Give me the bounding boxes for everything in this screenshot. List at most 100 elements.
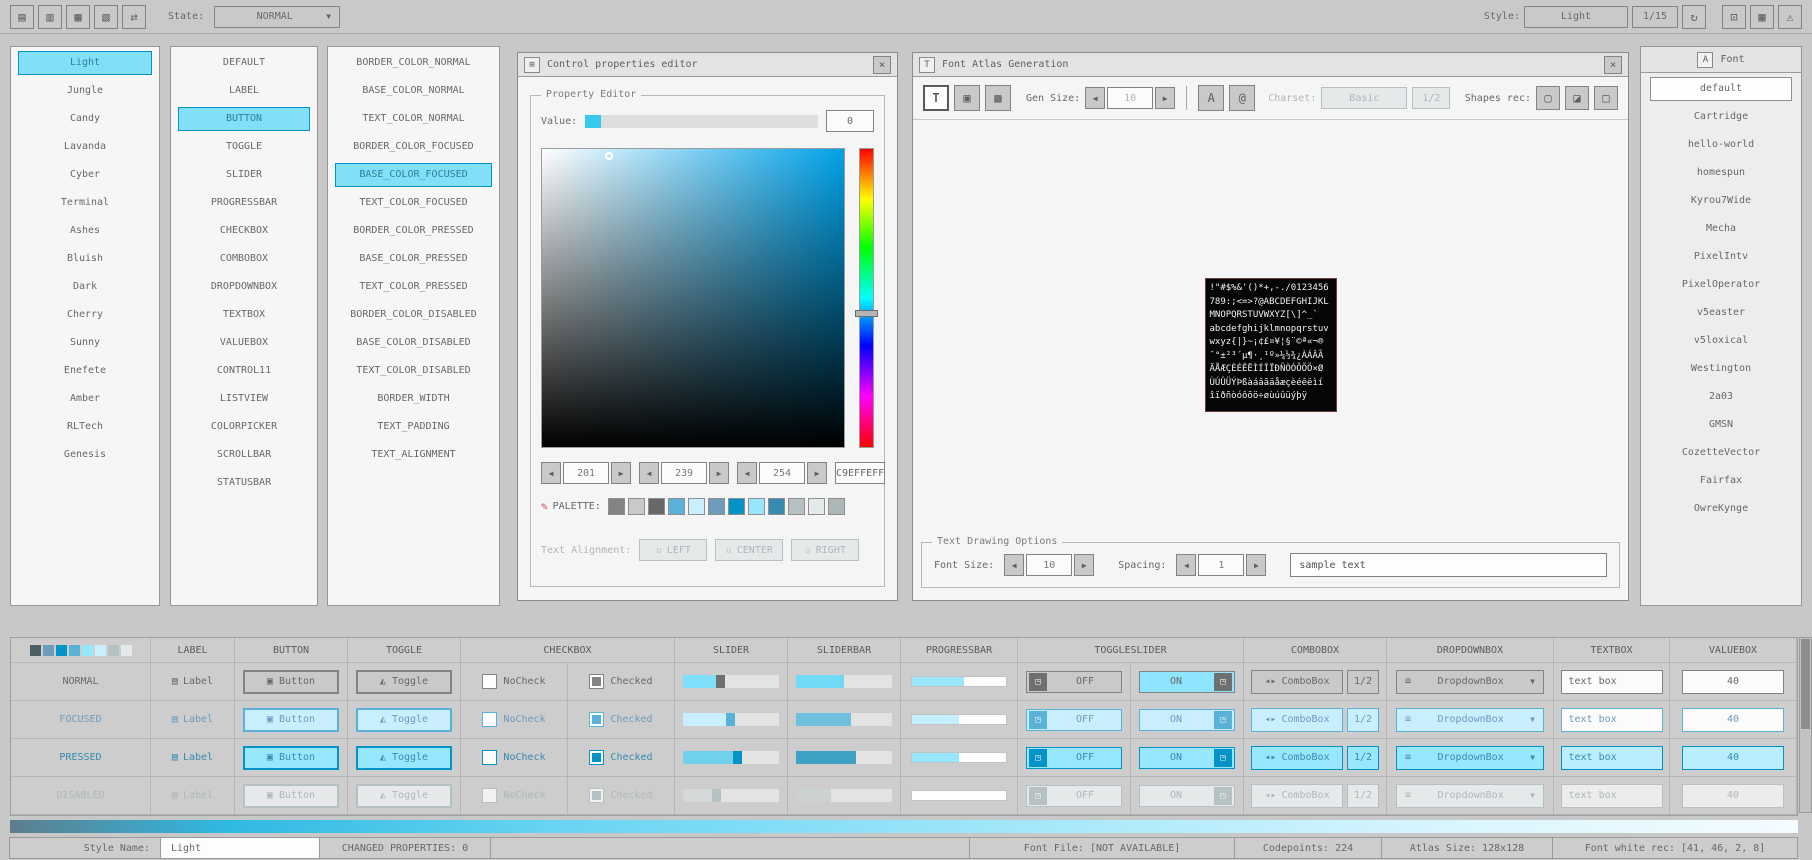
shapes-rec-button-1[interactable]: ▢	[1536, 86, 1560, 110]
style-item[interactable]: Jungle	[18, 79, 152, 103]
button-sample[interactable]: ▣Button	[243, 746, 339, 770]
toggleslider-knob[interactable]: ◳	[1214, 711, 1232, 729]
spinner-decrement-button[interactable]: ◀	[1085, 87, 1105, 109]
property-item[interactable]: BASE_COLOR_DISABLED	[335, 331, 492, 355]
valuebox-sample[interactable]: 40	[1682, 670, 1784, 694]
export-style-button[interactable]: ▧	[94, 5, 118, 29]
control-item[interactable]: SCROLLBAR	[178, 443, 310, 467]
hue-bar-handle[interactable]	[855, 310, 878, 317]
font-item[interactable]: v5loxical	[1650, 329, 1792, 353]
save-style-button[interactable]: ▦	[66, 5, 90, 29]
window-titlebar[interactable]: T Font Atlas Generation ×	[913, 53, 1628, 77]
align-right-button[interactable]: ▫RIGHT	[791, 539, 859, 561]
font-item[interactable]: Cartridge	[1650, 105, 1792, 129]
slider-sample[interactable]	[683, 713, 779, 726]
load-style-button[interactable]: ▥	[38, 5, 62, 29]
red-value[interactable]: 201	[563, 462, 609, 484]
property-item[interactable]: BORDER_COLOR_PRESSED	[335, 219, 492, 243]
textbox-sample[interactable]: text box	[1561, 746, 1663, 770]
palette-swatch[interactable]	[668, 498, 685, 515]
slider-sample[interactable]	[683, 751, 779, 764]
property-item[interactable]: BASE_COLOR_FOCUSED	[335, 163, 492, 187]
dropdownbox-sample[interactable]: ≡DropdownBox▼	[1396, 746, 1544, 770]
gen-size-value[interactable]: 10	[1107, 87, 1153, 109]
font-item[interactable]: OwreKynge	[1650, 497, 1792, 521]
font-item[interactable]: PixelIntv	[1650, 245, 1792, 269]
palette-swatch[interactable]	[828, 498, 845, 515]
hue-bar[interactable]	[859, 148, 874, 448]
property-item[interactable]: TEXT_ALIGNMENT	[335, 443, 492, 467]
property-item[interactable]: BASE_COLOR_NORMAL	[335, 79, 492, 103]
palette-swatch[interactable]	[748, 498, 765, 515]
dropdownbox-sample[interactable]: ≡DropdownBox▼	[1396, 708, 1544, 732]
color-picker-panel[interactable]	[541, 148, 845, 448]
toggle-sample[interactable]: ◭Toggle	[356, 670, 452, 694]
style-item[interactable]: Light	[18, 51, 152, 75]
palette-swatch[interactable]	[628, 498, 645, 515]
font-item[interactable]: CozetteVector	[1650, 441, 1792, 465]
slider-handle[interactable]	[726, 713, 735, 726]
style-item[interactable]: Cyber	[18, 163, 152, 187]
property-item[interactable]: TEXT_COLOR_NORMAL	[335, 107, 492, 131]
button-sample[interactable]: ▣Button	[243, 670, 339, 694]
font-atlas-image[interactable]: !"#$%&'()*+,-./0123456 789:;<=>?@ABCDEFG…	[1205, 278, 1337, 412]
spinner-decrement-button[interactable]: ◀	[737, 462, 757, 484]
palette-swatch[interactable]	[648, 498, 665, 515]
toggleslider-on-sample[interactable]: ON◳	[1139, 709, 1235, 731]
property-item[interactable]: TEXT_COLOR_FOCUSED	[335, 191, 492, 215]
dropdownbox-sample[interactable]: ≡DropdownBox▼	[1396, 670, 1544, 694]
palette-swatch[interactable]	[808, 498, 825, 515]
property-item[interactable]: BORDER_COLOR_NORMAL	[335, 51, 492, 75]
property-item[interactable]: BORDER_WIDTH	[335, 387, 492, 411]
control-item[interactable]: STATUSBAR	[178, 471, 310, 495]
control-item[interactable]: VALUEBOX	[178, 331, 310, 355]
style-item[interactable]: Bluish	[18, 247, 152, 271]
palette-swatch[interactable]	[688, 498, 705, 515]
toggle-sample[interactable]: ◭Toggle	[356, 746, 452, 770]
state-dropdown[interactable]: NORMAL ▼	[214, 6, 340, 28]
checkbox-unchecked-sample[interactable]: NoCheck	[482, 674, 545, 689]
new-style-button[interactable]: ▤	[10, 5, 34, 29]
style-item[interactable]: RLTech	[18, 415, 152, 439]
align-left-button[interactable]: ▫LEFT	[639, 539, 707, 561]
style-item[interactable]: Lavanda	[18, 135, 152, 159]
screenshot-button[interactable]: ⊡	[1722, 5, 1746, 29]
font-item[interactable]: PixelOperator	[1650, 273, 1792, 297]
combobox-sample[interactable]: ◂▸ComboBox	[1251, 670, 1343, 694]
spinner-decrement-button[interactable]: ◀	[541, 462, 561, 484]
spinner-increment-button[interactable]: ▶	[1155, 87, 1175, 109]
control-item[interactable]: DEFAULT	[178, 51, 310, 75]
atlas-view-button[interactable]: ▣	[954, 85, 980, 111]
hex-color-field[interactable]: C9EFFEFF	[835, 462, 885, 484]
toggleslider-knob[interactable]: ◳	[1029, 749, 1047, 767]
toggleslider-knob[interactable]: ◳	[1214, 673, 1232, 691]
scrollbar-thumb[interactable]	[1801, 639, 1810, 729]
style-item[interactable]: Candy	[18, 107, 152, 131]
toggleslider-knob[interactable]: ◳	[1029, 673, 1047, 691]
combobox-counter[interactable]: 1/2	[1347, 746, 1379, 770]
toggleslider-on-sample[interactable]: ON◳	[1139, 671, 1235, 693]
slider-handle[interactable]	[733, 751, 742, 764]
control-item[interactable]: LABEL	[178, 79, 310, 103]
property-item[interactable]: BORDER_COLOR_DISABLED	[335, 303, 492, 327]
spinner-decrement-button[interactable]: ◀	[1004, 554, 1024, 576]
style-item[interactable]: Sunny	[18, 331, 152, 355]
toggleslider-off-sample[interactable]: ◳OFF	[1026, 671, 1122, 693]
table-scrollbar[interactable]	[1799, 637, 1812, 813]
style-item[interactable]: Enefete	[18, 359, 152, 383]
window-titlebar[interactable]: ⊞ Control properties editor ×	[518, 53, 897, 77]
charset-page-box[interactable]: 1/2	[1412, 87, 1450, 109]
font-item[interactable]: hello-world	[1650, 133, 1792, 157]
property-item[interactable]: BORDER_COLOR_FOCUSED	[335, 135, 492, 159]
blue-value[interactable]: 254	[759, 462, 805, 484]
value-slider[interactable]	[585, 115, 818, 128]
property-item[interactable]: TEXT_COLOR_PRESSED	[335, 275, 492, 299]
font-item[interactable]: homespun	[1650, 161, 1792, 185]
value-box[interactable]: 0	[826, 110, 874, 132]
slider-sample[interactable]	[683, 675, 779, 688]
spacing-value[interactable]: 1	[1198, 554, 1244, 576]
spinner-decrement-button[interactable]: ◀	[639, 462, 659, 484]
style-item[interactable]: Ashes	[18, 219, 152, 243]
control-item[interactable]: BUTTON	[178, 107, 310, 131]
control-item[interactable]: DROPDOWNBOX	[178, 275, 310, 299]
